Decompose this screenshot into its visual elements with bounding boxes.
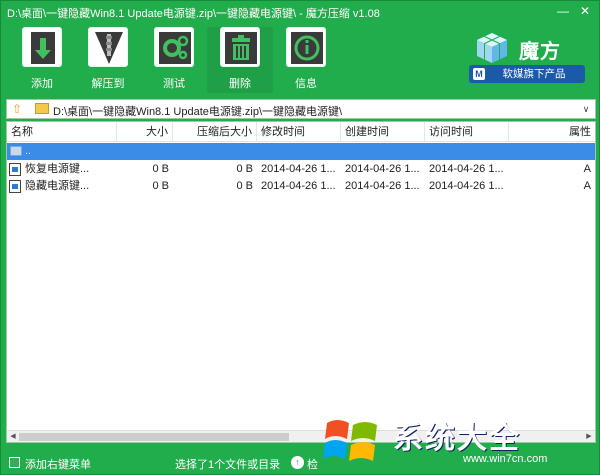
watermark: 系统大全 www.win7cn.com bbox=[323, 409, 593, 473]
file-size: 0 B bbox=[152, 163, 169, 175]
parent-folder-row[interactable]: .. bbox=[7, 143, 595, 160]
file-modified: 2014-04-26 1... bbox=[261, 163, 336, 175]
close-button[interactable]: ✕ bbox=[575, 3, 595, 19]
file-created: 2014-04-26 1... bbox=[345, 180, 420, 192]
minimize-button[interactable]: — bbox=[553, 3, 573, 19]
test-label: 测试 bbox=[163, 78, 185, 90]
file-attr: A bbox=[583, 163, 591, 175]
watermark-url: www.win7cn.com bbox=[463, 453, 548, 465]
file-name: 恢复电源键... bbox=[25, 163, 90, 175]
column-name[interactable]: 名称 bbox=[7, 122, 117, 142]
check-update-label[interactable]: 检 bbox=[307, 456, 318, 472]
selection-status: 选择了1个文件或目录 bbox=[175, 459, 281, 471]
file-name: 隐藏电源键... bbox=[25, 180, 90, 192]
extract-label: 解压到 bbox=[91, 78, 125, 90]
delete-button[interactable]: 删除 bbox=[207, 27, 273, 93]
info-button[interactable]: 信息 bbox=[273, 27, 339, 93]
toolbar: 添加 解压到 测试 删除 信息 魔方 软媒旗下产品 M bbox=[1, 23, 599, 95]
file-modified: 2014-04-26 1... bbox=[261, 180, 336, 192]
column-attr[interactable]: 属性 bbox=[509, 122, 595, 142]
add-button[interactable]: 添加 bbox=[9, 27, 75, 93]
column-modified[interactable]: 修改时间 bbox=[257, 122, 341, 142]
file-accessed: 2014-04-26 1... bbox=[429, 180, 504, 192]
main-window: D:\桌面\一键隐藏Win8.1 Update电源键.zip\一键隐藏电源键\ … bbox=[0, 0, 600, 475]
extract-button[interactable]: 解压到 bbox=[75, 27, 141, 93]
file-packed: 0 B bbox=[236, 180, 253, 192]
check-update-icon[interactable]: ↑ bbox=[291, 456, 304, 469]
brand-sub-link[interactable]: 软媒旗下产品 bbox=[469, 65, 585, 83]
parent-folder-label: .. bbox=[25, 145, 32, 157]
scroll-left-icon[interactable]: ◀ bbox=[7, 431, 19, 442]
info-icon bbox=[286, 27, 326, 67]
file-created: 2014-04-26 1... bbox=[345, 163, 420, 175]
address-path[interactable]: D:\桌面\一键隐藏Win8.1 Update电源键.zip\一键隐藏电源键\ bbox=[53, 103, 342, 119]
file-icon bbox=[9, 180, 21, 193]
cube-logo-icon bbox=[475, 31, 509, 65]
add-icon bbox=[22, 27, 62, 67]
brand-name: 魔方 bbox=[519, 41, 561, 63]
table-row[interactable]: 恢复电源键... 0 B 0 B 2014-04-26 1... 2014-04… bbox=[7, 161, 595, 178]
file-packed: 0 B bbox=[236, 163, 253, 175]
ruanmei-logo-icon: M bbox=[473, 68, 485, 80]
scroll-thumb[interactable] bbox=[19, 433, 289, 441]
chevron-down-icon[interactable]: ∨ bbox=[579, 102, 593, 116]
up-folder-icon[interactable]: ⇧ bbox=[9, 102, 25, 116]
file-icon bbox=[9, 163, 21, 176]
file-size: 0 B bbox=[152, 180, 169, 192]
column-accessed[interactable]: 访问时间 bbox=[425, 122, 509, 142]
file-attr: A bbox=[583, 180, 591, 192]
list-header: 名称 大小 压缩后大小 修改时间 创建时间 访问时间 属性 bbox=[7, 122, 595, 142]
test-icon bbox=[154, 27, 194, 67]
address-bar: ⇧ D:\桌面\一键隐藏Win8.1 Update电源键.zip\一键隐藏电源键… bbox=[6, 99, 596, 119]
context-menu-label[interactable]: 添加右键菜单 bbox=[25, 456, 91, 472]
column-created[interactable]: 创建时间 bbox=[341, 122, 425, 142]
windows-flag-icon bbox=[323, 415, 379, 467]
table-row[interactable]: 隐藏电源键... 0 B 0 B 2014-04-26 1... 2014-04… bbox=[7, 178, 595, 195]
info-label: 信息 bbox=[295, 78, 317, 90]
folder-icon bbox=[35, 103, 49, 114]
watermark-text: 系统大全 bbox=[393, 422, 521, 455]
context-menu-checkbox[interactable] bbox=[9, 457, 20, 468]
file-accessed: 2014-04-26 1... bbox=[429, 163, 504, 175]
title-bar: D:\桌面\一键隐藏Win8.1 Update电源键.zip\一键隐藏电源键\ … bbox=[1, 1, 599, 23]
extract-icon bbox=[88, 27, 128, 67]
delete-icon bbox=[220, 27, 260, 67]
column-packed[interactable]: 压缩后大小 bbox=[173, 122, 257, 142]
column-size[interactable]: 大小 bbox=[117, 122, 173, 142]
brand-area: 魔方 软媒旗下产品 M bbox=[463, 23, 593, 85]
test-button[interactable]: 测试 bbox=[141, 27, 207, 93]
file-list: 名称 大小 压缩后大小 修改时间 创建时间 访问时间 属性 .. 恢复电源键..… bbox=[6, 121, 596, 443]
delete-label: 删除 bbox=[229, 78, 251, 90]
add-label: 添加 bbox=[31, 78, 53, 90]
window-title: D:\桌面\一键隐藏Win8.1 Update电源键.zip\一键隐藏电源键\ … bbox=[7, 8, 380, 20]
